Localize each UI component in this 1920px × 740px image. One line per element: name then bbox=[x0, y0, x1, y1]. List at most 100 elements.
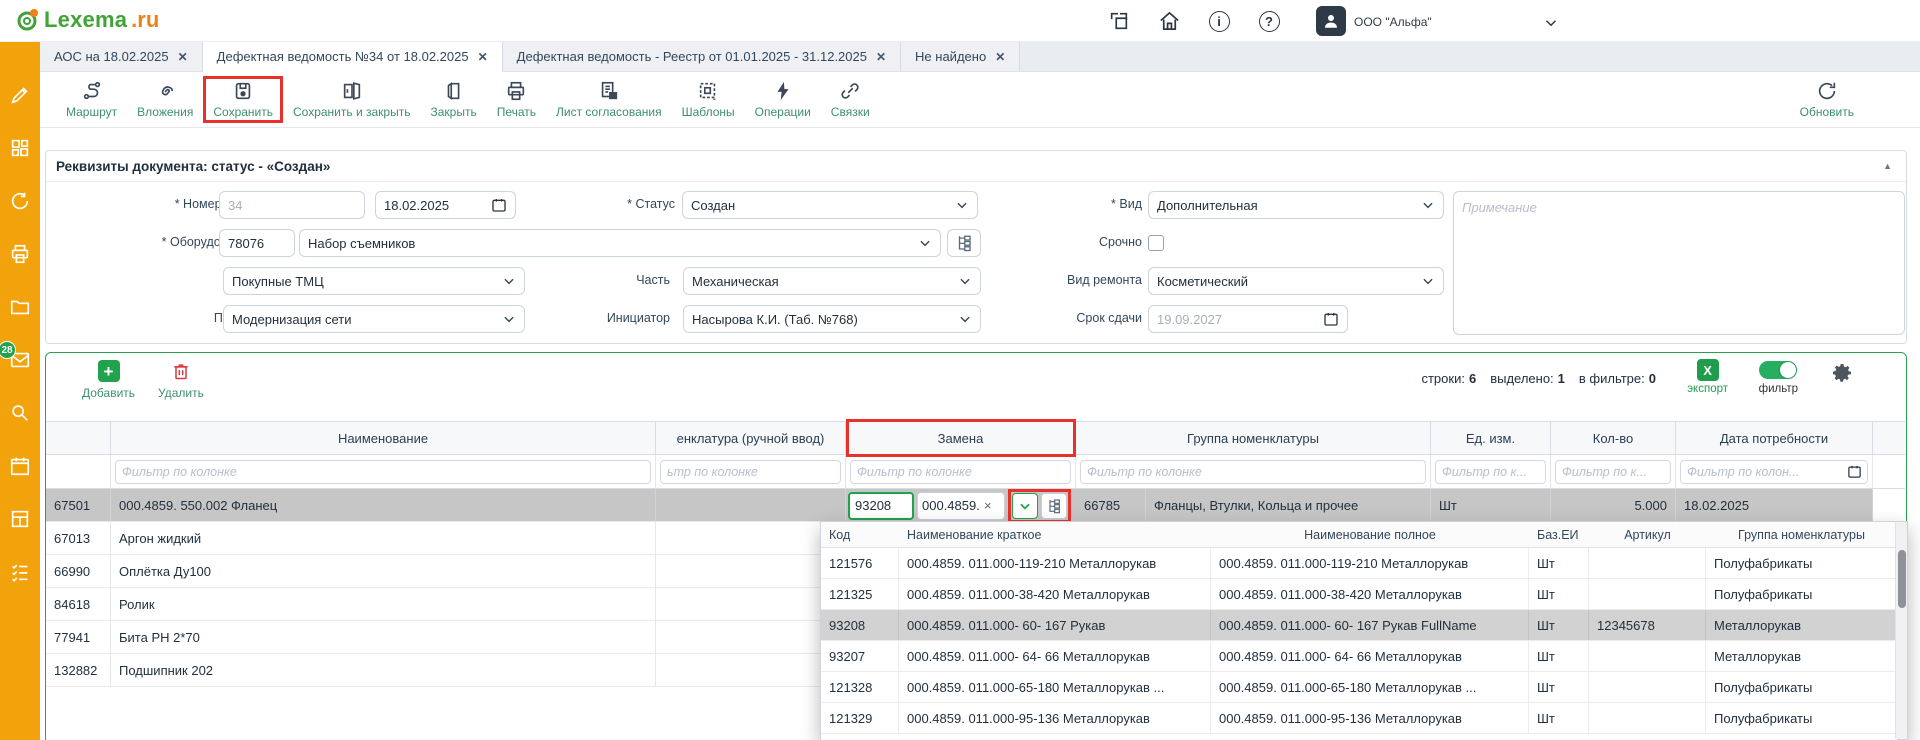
equipment-tree-button[interactable] bbox=[947, 229, 981, 257]
links-button[interactable]: Связки bbox=[821, 76, 880, 123]
col-need-date[interactable]: Дата потребности bbox=[1676, 422, 1873, 454]
filter-name-input[interactable] bbox=[115, 460, 651, 484]
tab-aos[interactable]: АОС на 18.02.2025 ✕ bbox=[40, 42, 203, 71]
filter-manual-input[interactable] bbox=[660, 460, 841, 484]
board-icon[interactable] bbox=[7, 506, 33, 532]
tab-defect-registry[interactable]: Дефектная ведомость - Реестр от 01.01.20… bbox=[503, 42, 901, 71]
collapse-toggle-icon[interactable]: ▲ bbox=[1883, 161, 1892, 171]
scrollbar-thumb[interactable] bbox=[1898, 550, 1906, 608]
delete-row-button[interactable]: Удалить bbox=[158, 360, 204, 400]
templates-button[interactable]: Шаблоны bbox=[672, 76, 745, 123]
col-manual-nomenclature[interactable]: енклатура (ручной ввод) bbox=[656, 422, 846, 454]
folder-icon[interactable] bbox=[7, 294, 33, 320]
tasks-list-icon[interactable] bbox=[7, 559, 33, 585]
table-row[interactable]: 67501 000.4859. 550.002 Фланец × bbox=[46, 489, 1905, 522]
operations-button[interactable]: Операции bbox=[745, 76, 821, 123]
excel-export-button[interactable]: X экспорт bbox=[1687, 359, 1728, 395]
route-button[interactable]: Маршрут bbox=[56, 76, 127, 123]
filter-group-input[interactable] bbox=[1080, 460, 1426, 484]
replacement-name-field[interactable]: × bbox=[917, 492, 1005, 520]
search-icon[interactable] bbox=[7, 400, 33, 426]
equipment-code-input[interactable] bbox=[228, 236, 286, 251]
help-icon[interactable]: ? bbox=[1256, 8, 1282, 34]
filter-unit-input[interactable] bbox=[1435, 460, 1546, 484]
close-icon[interactable]: ✕ bbox=[995, 50, 1005, 64]
calendar-icon[interactable] bbox=[1847, 464, 1862, 479]
urgent-checkbox[interactable] bbox=[1148, 235, 1164, 251]
mail-icon[interactable]: 28 bbox=[7, 347, 33, 373]
dropdown-row-selected[interactable]: 93208 000.4859. 011.000- 60- 167 Рукав 0… bbox=[821, 610, 1897, 641]
dropdown-row[interactable]: 121328 000.4859. 011.000-65-180 Металлор… bbox=[821, 672, 1897, 703]
dd-col-code[interactable]: Код bbox=[821, 522, 899, 547]
panels-icon[interactable] bbox=[1106, 8, 1132, 34]
dropdown-row[interactable]: 121576 000.4859. 011.000-119-210 Металло… bbox=[821, 548, 1897, 579]
part-select[interactable]: Механическая bbox=[683, 267, 981, 295]
info-icon[interactable]: i bbox=[1206, 8, 1232, 34]
grid-settings-gear-icon[interactable] bbox=[1830, 361, 1854, 385]
dropdown-row[interactable]: 121325 000.4859. 011.000-38-420 Металлор… bbox=[821, 579, 1897, 610]
col-name[interactable]: Наименование bbox=[111, 422, 656, 454]
dd-col-full-name[interactable]: Наименование полное bbox=[1211, 522, 1529, 547]
calendar-icon[interactable] bbox=[491, 197, 507, 213]
save-button[interactable]: Сохранить bbox=[203, 76, 283, 123]
calendar-icon[interactable] bbox=[1323, 311, 1339, 327]
repair-kind-select[interactable]: Косметический bbox=[1148, 267, 1444, 295]
type-select[interactable]: Покупные ТМЦ bbox=[223, 267, 525, 295]
initiator-select[interactable]: Насырова К.И. (Таб. №768) bbox=[683, 305, 981, 333]
add-row-button[interactable]: + Добавить bbox=[82, 360, 135, 400]
tab-defect-sheet-34[interactable]: Дефектная ведомость №34 от 18.02.2025 ✕ bbox=[203, 42, 503, 72]
col-unit[interactable]: Ед. изм. bbox=[1431, 422, 1551, 454]
dd-col-group[interactable]: Группа номенклатуры bbox=[1706, 522, 1897, 547]
header-chevron-down-icon[interactable] bbox=[1538, 10, 1564, 36]
toggle-switch-icon[interactable] bbox=[1759, 361, 1797, 379]
clear-icon[interactable]: × bbox=[984, 498, 992, 513]
replacement-code-input[interactable] bbox=[848, 492, 914, 520]
modules-grid-icon[interactable] bbox=[7, 135, 33, 161]
tab-not-found[interactable]: Не найдено ✕ bbox=[901, 42, 1020, 71]
status-select[interactable]: Создан bbox=[682, 191, 978, 219]
approval-sheet-button[interactable]: Лист согласования bbox=[546, 76, 672, 123]
dropdown-row[interactable]: 121329 000.4859. 011.000-95-136 Металлор… bbox=[821, 703, 1897, 734]
close-button[interactable]: Закрыть bbox=[420, 76, 486, 123]
number-input[interactable] bbox=[228, 198, 356, 213]
col-code[interactable] bbox=[46, 422, 111, 454]
number-field[interactable] bbox=[219, 191, 365, 219]
replacement-edit-cell[interactable]: × bbox=[846, 490, 1071, 521]
equipment-select[interactable]: Набор съемников bbox=[299, 229, 941, 257]
calendar-icon[interactable] bbox=[7, 453, 33, 479]
sync-icon[interactable] bbox=[7, 188, 33, 214]
lexema-logo[interactable]: Lexema.ru bbox=[14, 7, 159, 33]
equipment-code-field[interactable] bbox=[219, 229, 295, 257]
dd-col-base-unit[interactable]: Баз.ЕИ bbox=[1529, 522, 1589, 547]
filter-toggle[interactable]: фильтр bbox=[1759, 361, 1798, 395]
user-avatar[interactable] bbox=[1316, 6, 1346, 36]
filter-date-input[interactable] bbox=[1680, 460, 1868, 484]
print-button[interactable]: Печать bbox=[487, 76, 546, 123]
due-date-field[interactable]: 19.09.2027 bbox=[1148, 305, 1348, 333]
dropdown-scrollbar[interactable] bbox=[1895, 522, 1907, 739]
refresh-button[interactable]: Обновить bbox=[1790, 76, 1864, 123]
dd-col-short-name[interactable]: Наименование краткое bbox=[899, 522, 1211, 547]
dropdown-row[interactable]: 93207 000.4859. 011.000- 64- 66 Металлор… bbox=[821, 641, 1897, 672]
attachments-button[interactable]: Вложения bbox=[127, 76, 203, 123]
date-field[interactable]: 18.02.2025 bbox=[375, 191, 516, 219]
col-quantity[interactable]: Кол-во bbox=[1551, 422, 1676, 454]
note-textarea[interactable] bbox=[1453, 191, 1905, 335]
save-and-close-button[interactable]: Сохранить и закрыть bbox=[283, 76, 420, 123]
filter-replacement-input[interactable] bbox=[850, 460, 1071, 484]
project-select[interactable]: Модернизация сети bbox=[223, 305, 525, 333]
dd-col-article[interactable]: Артикул bbox=[1589, 522, 1706, 547]
replacement-dropdown-button[interactable] bbox=[1012, 493, 1038, 519]
col-replacement[interactable]: Замена bbox=[846, 422, 1076, 454]
filter-qty-input[interactable] bbox=[1555, 460, 1671, 484]
col-nomenclature-group[interactable]: Группа номенклатуры bbox=[1076, 422, 1431, 454]
replacement-tree-button[interactable] bbox=[1041, 493, 1067, 519]
close-icon[interactable]: ✕ bbox=[876, 50, 886, 64]
replacement-name-input[interactable] bbox=[922, 498, 982, 513]
close-icon[interactable]: ✕ bbox=[478, 50, 488, 64]
home-icon[interactable] bbox=[1156, 8, 1182, 34]
print-queue-icon[interactable] bbox=[7, 241, 33, 267]
edit-pencil-icon[interactable] bbox=[7, 82, 33, 108]
kind-select[interactable]: Дополнительная bbox=[1148, 191, 1444, 219]
close-icon[interactable]: ✕ bbox=[178, 50, 188, 64]
